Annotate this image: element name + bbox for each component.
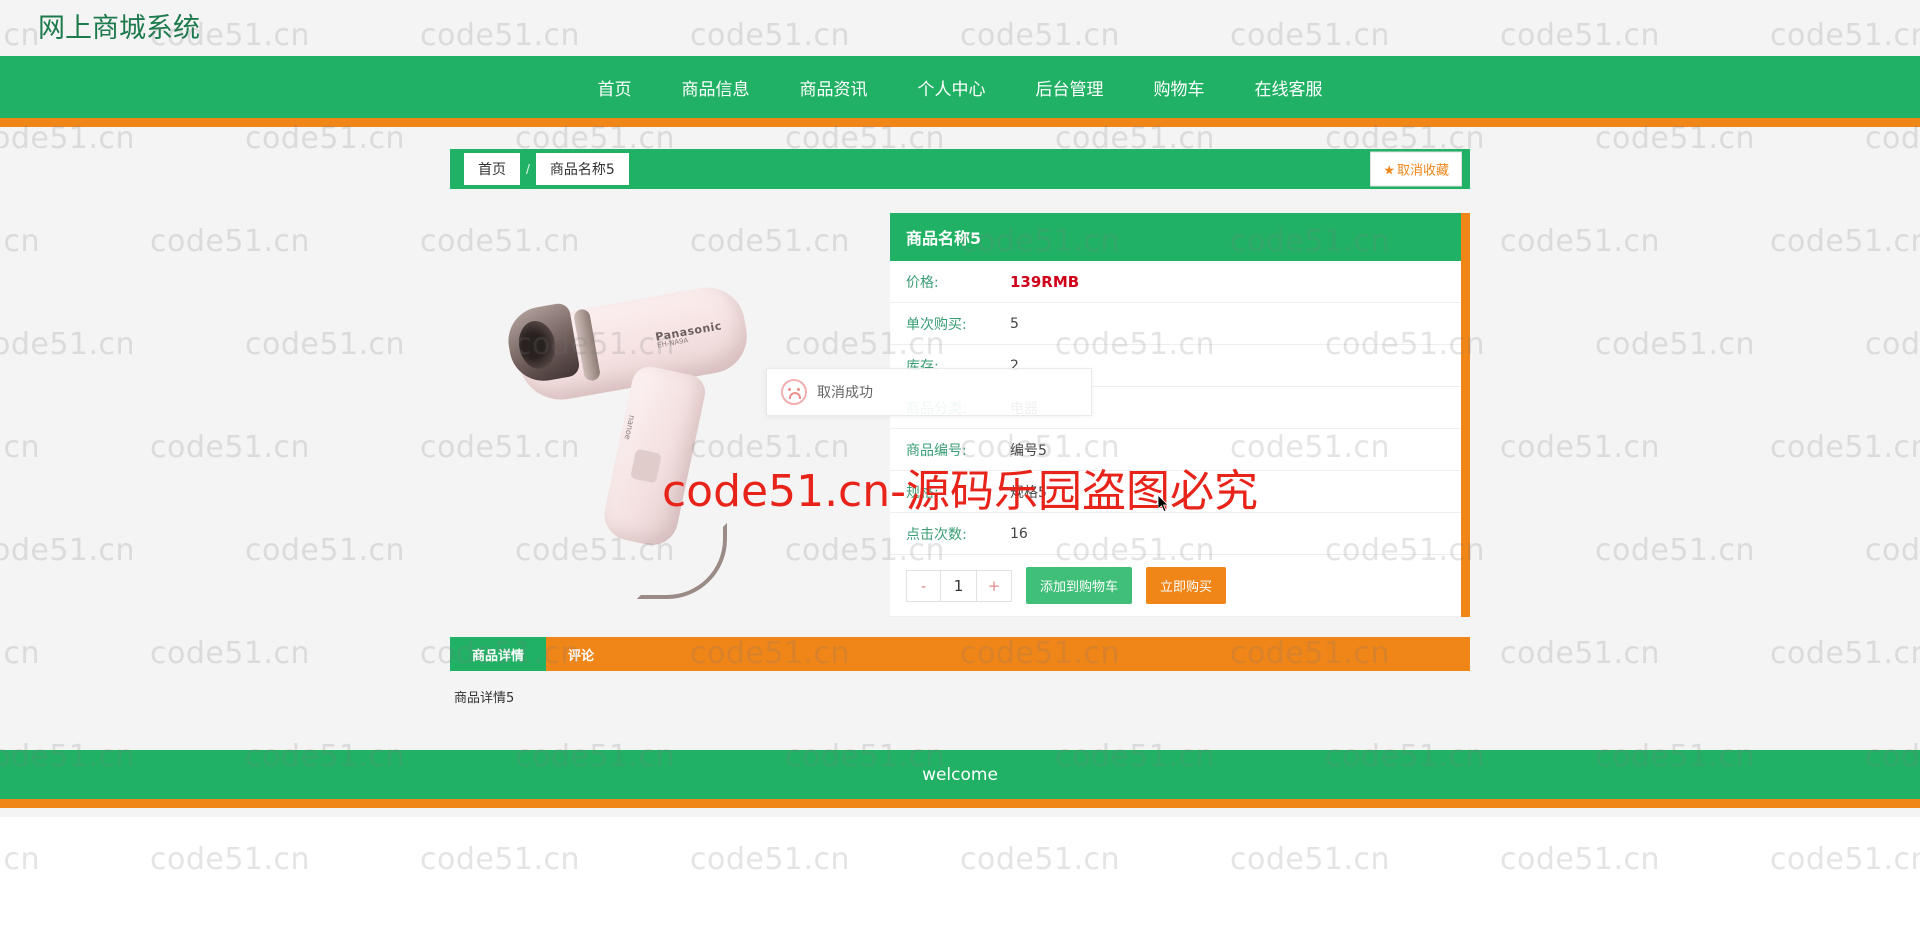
- breadcrumb-separator: /: [526, 161, 530, 177]
- spec-value: 编号5: [1010, 442, 1047, 459]
- page-root: 网上商城系统 首页 商品信息 商品资讯 个人中心 后台管理 购物车 在线客服 首页 / 商品…: [0, 0, 1920, 930]
- nav-items-container: 首页 商品信息 商品资讯 个人中心 后台管理 购物车 在线客服: [0, 56, 1920, 118]
- quantity-decrease-button[interactable]: -: [907, 570, 941, 601]
- spec-value: 5: [1010, 315, 1019, 332]
- dryer-cord: [637, 523, 727, 599]
- star-icon: ★: [1383, 163, 1395, 179]
- cancel-favorite-label: 取消收藏: [1396, 163, 1449, 179]
- nav-goods-info[interactable]: 商品信息: [672, 69, 760, 106]
- quantity-stepper[interactable]: - 1 +: [906, 569, 1012, 602]
- main-navigation: 首页 商品信息 商品资讯 个人中心 后台管理 购物车 在线客服: [0, 56, 1920, 118]
- nav-service[interactable]: 在线客服: [1245, 69, 1333, 106]
- main-content: 首页 / 商品名称5 ★ 取消收藏 Panasonic EH-NA9A nano…: [0, 127, 1920, 706]
- nav-cart[interactable]: 购物车: [1144, 69, 1215, 106]
- purchase-row: - 1 + 添加到购物车 立即购买: [890, 555, 1461, 617]
- breadcrumb: 首页 / 商品名称5 ★ 取消收藏: [450, 149, 1470, 189]
- quantity-increase-button[interactable]: +: [977, 571, 1011, 601]
- spec-row: 单次购买: 5: [890, 303, 1461, 345]
- product-row: Panasonic EH-NA9A nanoe 商品名称5 价格: 139RMB 单…: [450, 213, 1470, 617]
- footer-text: welcome: [922, 764, 998, 785]
- spec-row: 价格: 139RMB: [890, 261, 1461, 303]
- spec-row: 点击次数: 16: [890, 513, 1461, 555]
- spec-label: 单次购买:: [906, 316, 967, 333]
- top-bar: 网上商城系统: [0, 0, 1920, 56]
- buy-now-button[interactable]: 立即购买: [1146, 567, 1227, 604]
- tab-detail[interactable]: 商品详情: [450, 637, 547, 671]
- breadcrumb-current-button[interactable]: 商品名称5: [535, 153, 629, 185]
- detail-tabs: 商品详情 评论: [450, 637, 1470, 671]
- page-footer: welcome: [0, 750, 1920, 808]
- toast-notification: 取消成功: [766, 368, 1092, 416]
- spec-label: 价格:: [906, 274, 939, 291]
- site-title: 网上商城系统: [38, 13, 200, 44]
- tab-comment[interactable]: 评论: [546, 637, 616, 671]
- product-panel: 首页 / 商品名称5 ★ 取消收藏 Panasonic EH-NA9A nano…: [450, 149, 1470, 706]
- spec-value: 规格5: [1010, 484, 1047, 501]
- tab-content-text: 商品详情5: [454, 691, 515, 706]
- nav-orange-divider: [0, 118, 1920, 127]
- sad-face-mouth: [789, 392, 801, 399]
- breadcrumb-home-button[interactable]: 首页: [464, 153, 520, 185]
- spec-value: 16: [1010, 525, 1028, 542]
- quantity-input[interactable]: 1: [941, 570, 977, 601]
- toast-message: 取消成功: [817, 385, 873, 401]
- page-bottom-white: [0, 817, 1920, 930]
- product-title: 商品名称5: [890, 213, 1461, 261]
- add-to-cart-button[interactable]: 添加到购物车: [1026, 567, 1133, 604]
- cancel-favorite-button[interactable]: ★ 取消收藏: [1370, 151, 1462, 187]
- spec-row: 商品编号: 编号5: [890, 429, 1461, 471]
- nav-goods-news[interactable]: 商品资讯: [790, 69, 878, 106]
- spec-value: 139RMB: [1010, 272, 1080, 291]
- nav-user-center[interactable]: 个人中心: [908, 69, 996, 106]
- nav-home[interactable]: 首页: [588, 69, 642, 106]
- spec-label: 商品编号:: [906, 442, 967, 459]
- spec-label: 规格:: [906, 484, 939, 501]
- sad-face-icon: [781, 379, 807, 405]
- dryer-nozzle: [503, 301, 581, 387]
- spec-row: 规格: 规格5: [890, 471, 1461, 513]
- detail-tabs-wrapper: 商品详情 评论 商品详情5: [450, 637, 1470, 706]
- nav-admin[interactable]: 后台管理: [1026, 69, 1114, 106]
- dryer-nozzle-inner: [515, 318, 559, 372]
- spec-label: 点击次数:: [906, 526, 967, 543]
